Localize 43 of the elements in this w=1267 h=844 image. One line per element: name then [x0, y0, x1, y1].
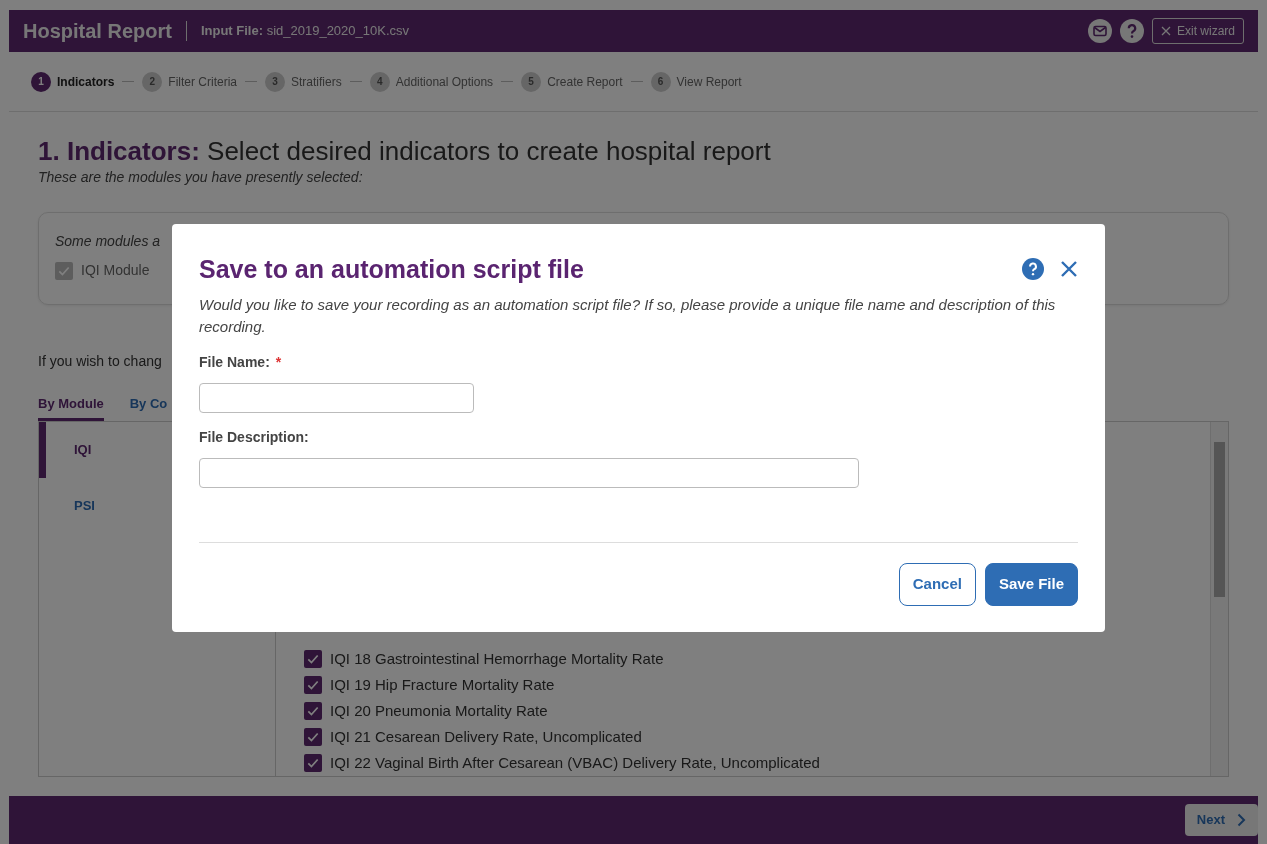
page-heading: 1. Indicators: Select desired indicators to create hospital report: [38, 136, 772, 168]
chevron-right-icon: [1237, 813, 1246, 827]
input-field[interactable]: [199, 457, 859, 488]
save-file-button[interactable]: Save File: [984, 563, 1078, 606]
scrollbar[interactable]: [1210, 421, 1228, 776]
wizard-step[interactable]: 3 Stratifiers: [265, 71, 342, 92]
wizard-step[interactable]: 1 Indicators: [31, 71, 115, 92]
input-field[interactable]: [199, 382, 474, 413]
required-asterisk: *: [275, 353, 282, 370]
indicator-label: IQI 21 Cesarean Delivery Rate, Uncomplicated: [330, 726, 642, 747]
indicator-label: IQI 20 Pneumonia Mortality Rate: [330, 700, 548, 721]
input-file-text: Input File: sid_2019_2020_10K.csv: [200, 22, 410, 41]
field-label: File Name:: [199, 353, 270, 370]
dialog-description: Would you like to save your recording as an automation script file? If so, please provide a unique file name and description of this recording.: [199, 295, 1057, 337]
view-tab[interactable]: By Co: [129, 394, 168, 421]
page-subtitle: These are the modules you have presently selected:: [38, 168, 364, 188]
app-title: Hospital Report: [23, 19, 172, 44]
modules-note: Some modules a: [55, 232, 162, 252]
indicator-label: IQI 22 Vaginal Birth After Cesarean (VBAC) Delivery Rate, Uncomplicated: [330, 752, 820, 773]
checkbox[interactable]: [304, 753, 322, 772]
exit-wizard-button[interactable]: Exit wizard: [1152, 18, 1244, 44]
checkbox[interactable]: [304, 701, 322, 720]
instruction-text: If you wish to chang: [38, 352, 162, 372]
mail-icon[interactable]: [1088, 19, 1112, 43]
indicator-label: IQI 18 Gastrointestinal Hemorrhage Mortality Rate: [330, 648, 664, 669]
module-item[interactable]: PSI: [39, 477, 275, 534]
close-icon[interactable]: [1060, 260, 1078, 278]
checkbox[interactable]: [304, 649, 322, 668]
close-icon: [1161, 26, 1171, 36]
next-button[interactable]: Next: [1184, 804, 1258, 836]
checkbox-label: IQI Module: [81, 261, 150, 281]
wizard-step[interactable]: 5 Create Report: [521, 71, 623, 92]
wizard-step[interactable]: 2 Filter Criteria: [142, 71, 238, 92]
checkbox[interactable]: [304, 675, 322, 694]
indicator-label: IQI 19 Hip Fracture Mortality Rate: [330, 674, 555, 695]
help-icon[interactable]: [1022, 258, 1044, 280]
cancel-button[interactable]: Cancel: [898, 563, 976, 606]
help-icon[interactable]: [1120, 19, 1144, 43]
wizard-step[interactable]: 4 Additional Options: [369, 71, 494, 92]
checkbox[interactable]: [304, 727, 322, 746]
wizard-step[interactable]: 6 View Report: [650, 71, 742, 92]
view-tab[interactable]: By Module: [38, 394, 104, 421]
dialog-title: Save to an automation script file: [199, 254, 584, 284]
